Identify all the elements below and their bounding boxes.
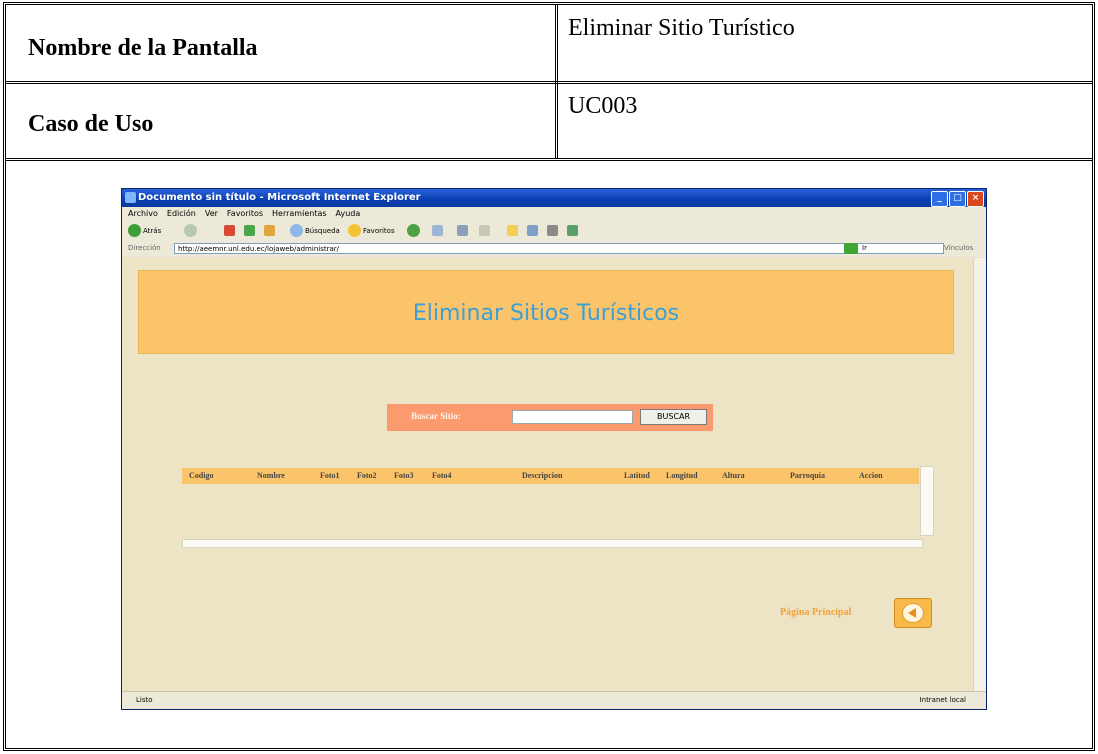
home-page-link[interactable]: Página Principal <box>780 607 851 618</box>
home-toolbar-button[interactable] <box>264 223 275 238</box>
toolbar: Atrás Búsqueda Favoritos <box>122 220 986 242</box>
folder-icon <box>507 225 518 236</box>
minimize-button[interactable]: _ <box>931 191 948 207</box>
research-button[interactable] <box>547 223 558 238</box>
menu-herramientas[interactable]: Herramientas <box>272 207 327 220</box>
column-header: Accion <box>859 471 883 480</box>
refresh-button[interactable] <box>244 223 255 238</box>
menu-archivo[interactable]: Archivo <box>128 207 158 220</box>
messenger-icon <box>527 225 538 236</box>
column-header: Nombre <box>257 471 285 480</box>
edit-icon <box>479 225 490 236</box>
favorites-toolbar-button[interactable]: Favoritos <box>348 223 395 238</box>
home-page-button[interactable] <box>894 598 932 628</box>
refresh-icon <box>244 225 255 236</box>
history-icon <box>407 224 420 237</box>
go-button[interactable] <box>844 243 858 254</box>
messenger-button[interactable] <box>527 223 538 238</box>
back-arrow-icon <box>128 224 141 237</box>
forward-arrow-icon <box>184 224 197 237</box>
address-bar: Dirección http://aeemnr.unl.edu.ec/lojaw… <box>122 241 986 257</box>
folder-button[interactable] <box>507 223 518 238</box>
column-header: Foto3 <box>394 471 414 480</box>
browser-window: Documento sin título - Microsoft Interne… <box>121 188 987 710</box>
forward-button[interactable] <box>184 223 197 238</box>
home-icon <box>264 225 275 236</box>
go-label: Ir <box>862 244 867 252</box>
column-header: Foto4 <box>432 471 452 480</box>
column-header: Codigo <box>189 471 214 480</box>
status-text: Listo <box>136 696 153 704</box>
star-icon <box>348 224 361 237</box>
menu-ayuda[interactable]: Ayuda <box>336 207 361 220</box>
column-header: Parroquia <box>790 471 825 480</box>
mail-icon <box>432 225 443 236</box>
extra-button[interactable] <box>567 223 578 238</box>
close-button[interactable]: × <box>967 191 984 207</box>
extra-icon <box>567 225 578 236</box>
links-label[interactable]: Vínculos <box>944 244 973 252</box>
address-label: Dirección <box>128 244 161 252</box>
print-icon <box>457 225 468 236</box>
history-button[interactable] <box>407 223 420 238</box>
column-header: Latitud <box>624 471 650 480</box>
edit-button[interactable] <box>479 223 490 238</box>
column-header: Foto1 <box>320 471 340 480</box>
search-input[interactable] <box>512 410 633 424</box>
research-icon <box>547 225 558 236</box>
search-label: Buscar Sitio: <box>411 411 461 421</box>
menu-ver[interactable]: Ver <box>205 207 218 220</box>
back-button[interactable]: Atrás <box>128 223 161 238</box>
web-page: Eliminar Sitios Turísticos Buscar Sitio:… <box>122 258 976 691</box>
window-title: Documento sin título - Microsoft Interne… <box>138 192 421 203</box>
stop-icon <box>224 225 235 236</box>
mail-button[interactable] <box>432 223 443 238</box>
search-toolbar-button[interactable]: Búsqueda <box>290 223 340 238</box>
menu-favoritos[interactable]: Favoritos <box>227 207 263 220</box>
use-case-label: Caso de Uso <box>28 111 154 137</box>
column-header: Foto2 <box>357 471 377 480</box>
page-title: Eliminar Sitios Turísticos <box>412 301 680 326</box>
column-header: Descripcion <box>522 471 563 480</box>
stop-button[interactable] <box>224 223 235 238</box>
status-bar: Listo Intranet local <box>122 691 986 709</box>
use-case-value: UC003 <box>568 93 638 119</box>
print-button[interactable] <box>457 223 468 238</box>
search-panel: Buscar Sitio: BUSCAR <box>387 404 713 431</box>
screen-name-value: Eliminar Sitio Turístico <box>568 15 795 41</box>
table-vertical-scrollbar[interactable] <box>920 466 934 536</box>
window-title-bar: Documento sin título - Microsoft Interne… <box>122 189 986 207</box>
search-icon <box>290 224 303 237</box>
zone-text: Intranet local <box>919 696 966 704</box>
address-input[interactable]: http://aeemnr.unl.edu.ec/lojaweb/adminis… <box>174 243 944 254</box>
menu-edicion[interactable]: Edición <box>167 207 196 220</box>
search-button[interactable]: BUSCAR <box>640 409 707 425</box>
page-vertical-scrollbar[interactable] <box>973 258 986 691</box>
ie-logo-icon <box>125 192 136 203</box>
menu-bar: Archivo Edición Ver Favoritos Herramient… <box>122 207 986 220</box>
page-banner: Eliminar Sitios Turísticos <box>138 270 954 354</box>
maximize-button[interactable]: □ <box>949 191 966 207</box>
column-header: Altura <box>722 471 745 480</box>
screen-name-label: Nombre de la Pantalla <box>28 35 258 61</box>
table-row-divider <box>6 81 1092 84</box>
table-horizontal-scrollbar[interactable] <box>182 539 923 548</box>
column-header: Longitud <box>666 471 698 480</box>
arrow-left-icon <box>908 608 916 618</box>
table-row-divider <box>6 158 1092 161</box>
results-table-header: Codigo Nombre Foto1 Foto2 Foto3 Foto4 De… <box>182 468 919 484</box>
